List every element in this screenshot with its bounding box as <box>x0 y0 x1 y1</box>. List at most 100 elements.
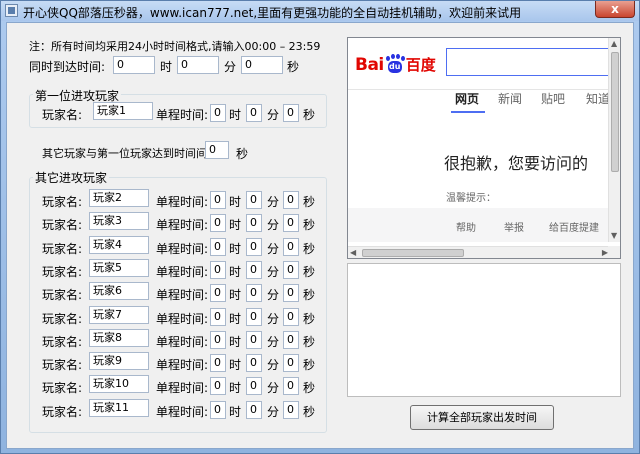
player-name-input[interactable]: 玩家10 <box>89 375 149 393</box>
baidu-logo-du: du <box>387 61 402 73</box>
second-unit: 秒 <box>303 381 316 395</box>
scroll-down-icon[interactable]: ▼ <box>611 231 617 241</box>
travel-time-label: 单程时间: <box>156 312 209 326</box>
vertical-scroll-thumb[interactable] <box>611 52 619 172</box>
vertical-scrollbar[interactable]: ▲ ▼ <box>608 38 620 242</box>
arrival-hour-input[interactable]: 0 <box>113 56 155 74</box>
player-second-input[interactable]: 0 <box>283 261 299 279</box>
tab-tieba[interactable]: 贴吧 <box>541 90 565 107</box>
player-minute-input[interactable]: 0 <box>246 214 262 232</box>
footer-link-feedback[interactable]: 给百度提建 <box>549 219 599 234</box>
player-minute-input[interactable]: 0 <box>246 308 262 326</box>
player-name-input[interactable]: 玩家9 <box>89 352 149 370</box>
player-minute-input[interactable]: 0 <box>246 261 262 279</box>
player-name-input[interactable]: 玩家5 <box>89 259 149 277</box>
player-hour-input[interactable]: 0 <box>210 261 226 279</box>
second-unit: 秒 <box>303 335 316 349</box>
player-hour-input[interactable]: 0 <box>210 214 226 232</box>
player-second-input[interactable]: 0 <box>283 214 299 232</box>
player-minute-input[interactable]: 0 <box>246 331 262 349</box>
player-minute-input[interactable]: 0 <box>246 401 262 419</box>
baidu-logo: Bai du 百度 <box>355 54 436 76</box>
player-name-label: 玩家名: <box>42 265 83 279</box>
travel-time-label: 单程时间: <box>156 358 209 372</box>
interval-input[interactable]: 0 <box>205 141 229 159</box>
scroll-up-icon[interactable]: ▲ <box>611 39 617 49</box>
arrival-second-input[interactable]: 0 <box>241 56 283 74</box>
player-second-input[interactable]: 0 <box>283 377 299 395</box>
calculate-departure-button[interactable]: 计算全部玩家出发时间 <box>410 405 554 430</box>
player-second-input[interactable]: 0 <box>283 308 299 326</box>
player-name-label: 玩家名: <box>42 405 83 419</box>
scrollbar-corner <box>608 246 620 258</box>
player-minute-input[interactable]: 0 <box>246 284 262 302</box>
horizontal-scrollbar[interactable]: ◀ ▶ <box>348 246 610 258</box>
horizontal-scroll-thumb[interactable] <box>362 249 464 257</box>
player-name-input[interactable]: 玩家8 <box>89 329 149 347</box>
baidu-search-input[interactable] <box>446 48 616 76</box>
player-second-input[interactable]: 0 <box>283 401 299 419</box>
footer-link-report[interactable]: 举报 <box>504 219 524 234</box>
player-second-input[interactable]: 0 <box>283 284 299 302</box>
player-name-input[interactable]: 玩家6 <box>89 282 149 300</box>
player-hour-input[interactable]: 0 <box>210 354 226 372</box>
baidu-logo-bai: Bai <box>355 55 384 75</box>
player-second-input[interactable]: 0 <box>283 354 299 372</box>
player-minute-input[interactable]: 0 <box>246 191 262 209</box>
travel-time-label: 单程时间: <box>156 195 209 209</box>
player-hour-input[interactable]: 0 <box>210 401 226 419</box>
travel-time-label: 单程时间: <box>156 405 209 419</box>
player-hour-input[interactable]: 0 <box>210 308 226 326</box>
footer-link-help[interactable]: 帮助 <box>456 219 476 234</box>
player-1-hour-input[interactable]: 0 <box>210 104 226 122</box>
player-hour-input[interactable]: 0 <box>210 284 226 302</box>
player-name-label: 玩家名: <box>42 108 83 122</box>
player-1-minute-input[interactable]: 0 <box>246 104 262 122</box>
minute-unit: 分 <box>267 358 280 372</box>
minute-unit: 分 <box>267 265 280 279</box>
window-title: 开心侠QQ部落压秒器，www.ican777.net,里面有更强功能的全自动挂机… <box>23 6 522 20</box>
hour-unit: 时 <box>229 358 242 372</box>
scroll-left-icon[interactable]: ◀ <box>350 248 356 258</box>
close-button[interactable]: x <box>595 1 635 18</box>
travel-time-label: 单程时间: <box>156 108 209 122</box>
player-minute-input[interactable]: 0 <box>246 377 262 395</box>
player-second-input[interactable]: 0 <box>283 331 299 349</box>
tab-web[interactable]: 网页 <box>455 90 479 107</box>
player-1-name-input[interactable]: 玩家1 <box>93 102 153 120</box>
player-name-input[interactable]: 玩家2 <box>89 189 149 207</box>
travel-time-label: 单程时间: <box>156 288 209 302</box>
hour-unit: 时 <box>229 265 242 279</box>
tab-news[interactable]: 新闻 <box>498 90 522 107</box>
tab-zhidao[interactable]: 知道 <box>586 90 610 107</box>
player-hour-input[interactable]: 0 <box>210 238 226 256</box>
player-hour-input[interactable]: 0 <box>210 331 226 349</box>
player-minute-input[interactable]: 0 <box>246 354 262 372</box>
player-minute-input[interactable]: 0 <box>246 238 262 256</box>
arrival-minute-input[interactable]: 0 <box>177 56 219 74</box>
player-name-input[interactable]: 玩家4 <box>89 236 149 254</box>
hour-unit: 时 <box>229 405 242 419</box>
player-hour-input[interactable]: 0 <box>210 377 226 395</box>
player-second-input[interactable]: 0 <box>283 238 299 256</box>
minute-unit: 分 <box>267 218 280 232</box>
title-bar[interactable]: 开心侠QQ部落压秒器，www.ican777.net,里面有更强功能的全自动挂机… <box>1 1 639 21</box>
player-name-label: 玩家名: <box>42 358 83 372</box>
web-browser-view[interactable]: Bai du 百度 网页 新闻 贴吧 知道 很抱歉，您要访问的 温馨提示： 帮助 举… <box>347 37 621 259</box>
second-unit: 秒 <box>303 405 316 419</box>
minute-unit: 分 <box>267 108 280 122</box>
player-name-label: 玩家名: <box>42 381 83 395</box>
player-name-label: 玩家名: <box>42 288 83 302</box>
result-output-box[interactable] <box>347 263 621 397</box>
player-second-input[interactable]: 0 <box>283 191 299 209</box>
player-hour-input[interactable]: 0 <box>210 191 226 209</box>
player-name-input[interactable]: 玩家7 <box>89 306 149 324</box>
app-icon <box>5 4 18 17</box>
player-name-label: 玩家名: <box>42 242 83 256</box>
hour-unit: 时 <box>229 108 242 122</box>
player-name-input[interactable]: 玩家3 <box>89 212 149 230</box>
second-unit: 秒 <box>303 242 316 256</box>
player-name-input[interactable]: 玩家11 <box>89 399 149 417</box>
minute-unit: 分 <box>224 60 237 74</box>
player-1-second-input[interactable]: 0 <box>283 104 299 122</box>
